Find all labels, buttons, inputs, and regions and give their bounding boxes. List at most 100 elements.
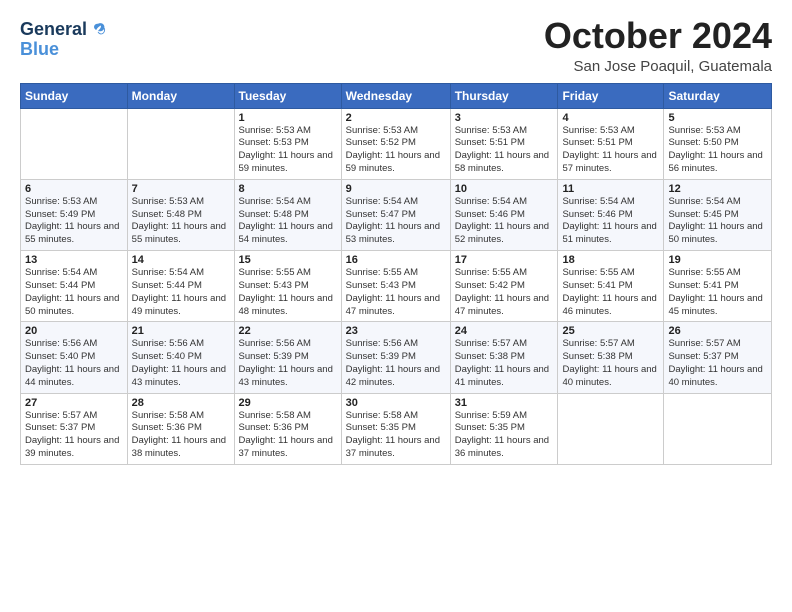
day-detail: Sunrise: 5:54 AM Sunset: 5:46 PM Dayligh… <box>455 196 554 247</box>
day-detail: Sunrise: 5:57 AM Sunset: 5:37 PM Dayligh… <box>668 338 767 389</box>
day-number: 23 <box>346 325 446 337</box>
day-number: 31 <box>455 397 554 409</box>
day-detail: Sunrise: 5:57 AM Sunset: 5:38 PM Dayligh… <box>562 338 659 389</box>
day-detail: Sunrise: 5:55 AM Sunset: 5:43 PM Dayligh… <box>239 267 337 318</box>
day-detail: Sunrise: 5:56 AM Sunset: 5:40 PM Dayligh… <box>25 338 123 389</box>
day-number: 29 <box>239 397 337 409</box>
day-detail: Sunrise: 5:55 AM Sunset: 5:43 PM Dayligh… <box>346 267 446 318</box>
day-detail: Sunrise: 5:56 AM Sunset: 5:40 PM Dayligh… <box>132 338 230 389</box>
calendar-cell: 2Sunrise: 5:53 AM Sunset: 5:52 PM Daylig… <box>341 108 450 179</box>
calendar-cell <box>664 393 772 464</box>
day-detail: Sunrise: 5:59 AM Sunset: 5:35 PM Dayligh… <box>455 410 554 461</box>
calendar-cell: 11Sunrise: 5:54 AM Sunset: 5:46 PM Dayli… <box>558 179 664 250</box>
day-number: 18 <box>562 254 659 266</box>
header-wednesday: Wednesday <box>341 83 450 108</box>
calendar-cell: 30Sunrise: 5:58 AM Sunset: 5:35 PM Dayli… <box>341 393 450 464</box>
day-number: 10 <box>455 183 554 195</box>
day-detail: Sunrise: 5:54 AM Sunset: 5:47 PM Dayligh… <box>346 196 446 247</box>
calendar-cell: 1Sunrise: 5:53 AM Sunset: 5:53 PM Daylig… <box>234 108 341 179</box>
day-number: 16 <box>346 254 446 266</box>
day-number: 9 <box>346 183 446 195</box>
logo-blue: Blue <box>20 39 59 59</box>
day-number: 13 <box>25 254 123 266</box>
day-detail: Sunrise: 5:53 AM Sunset: 5:49 PM Dayligh… <box>25 196 123 247</box>
calendar-cell: 21Sunrise: 5:56 AM Sunset: 5:40 PM Dayli… <box>127 322 234 393</box>
location: San Jose Poaquil, Guatemala <box>544 58 772 75</box>
calendar-cell: 26Sunrise: 5:57 AM Sunset: 5:37 PM Dayli… <box>664 322 772 393</box>
day-number: 1 <box>239 112 337 124</box>
logo-bird-icon <box>89 21 107 39</box>
day-detail: Sunrise: 5:53 AM Sunset: 5:48 PM Dayligh… <box>132 196 230 247</box>
calendar-week-4: 27Sunrise: 5:57 AM Sunset: 5:37 PM Dayli… <box>21 393 772 464</box>
calendar-cell: 8Sunrise: 5:54 AM Sunset: 5:48 PM Daylig… <box>234 179 341 250</box>
day-number: 12 <box>668 183 767 195</box>
calendar-cell: 3Sunrise: 5:53 AM Sunset: 5:51 PM Daylig… <box>450 108 558 179</box>
calendar-week-3: 20Sunrise: 5:56 AM Sunset: 5:40 PM Dayli… <box>21 322 772 393</box>
calendar-cell: 24Sunrise: 5:57 AM Sunset: 5:38 PM Dayli… <box>450 322 558 393</box>
calendar-cell: 22Sunrise: 5:56 AM Sunset: 5:39 PM Dayli… <box>234 322 341 393</box>
day-number: 14 <box>132 254 230 266</box>
calendar-cell: 4Sunrise: 5:53 AM Sunset: 5:51 PM Daylig… <box>558 108 664 179</box>
page: General Blue October 2024 San Jose Poaqu… <box>0 0 792 612</box>
day-number: 22 <box>239 325 337 337</box>
day-detail: Sunrise: 5:54 AM Sunset: 5:44 PM Dayligh… <box>25 267 123 318</box>
day-detail: Sunrise: 5:55 AM Sunset: 5:41 PM Dayligh… <box>668 267 767 318</box>
calendar-cell <box>127 108 234 179</box>
day-detail: Sunrise: 5:53 AM Sunset: 5:52 PM Dayligh… <box>346 125 446 176</box>
header-friday: Friday <box>558 83 664 108</box>
calendar-cell: 7Sunrise: 5:53 AM Sunset: 5:48 PM Daylig… <box>127 179 234 250</box>
calendar-cell: 12Sunrise: 5:54 AM Sunset: 5:45 PM Dayli… <box>664 179 772 250</box>
calendar-cell: 28Sunrise: 5:58 AM Sunset: 5:36 PM Dayli… <box>127 393 234 464</box>
header-monday: Monday <box>127 83 234 108</box>
calendar-week-2: 13Sunrise: 5:54 AM Sunset: 5:44 PM Dayli… <box>21 251 772 322</box>
day-number: 20 <box>25 325 123 337</box>
calendar-cell: 9Sunrise: 5:54 AM Sunset: 5:47 PM Daylig… <box>341 179 450 250</box>
day-number: 19 <box>668 254 767 266</box>
header-sunday: Sunday <box>21 83 128 108</box>
day-detail: Sunrise: 5:54 AM Sunset: 5:46 PM Dayligh… <box>562 196 659 247</box>
calendar-cell: 17Sunrise: 5:55 AM Sunset: 5:42 PM Dayli… <box>450 251 558 322</box>
calendar-cell: 13Sunrise: 5:54 AM Sunset: 5:44 PM Dayli… <box>21 251 128 322</box>
day-number: 27 <box>25 397 123 409</box>
day-number: 7 <box>132 183 230 195</box>
day-number: 26 <box>668 325 767 337</box>
day-number: 6 <box>25 183 123 195</box>
calendar-cell: 25Sunrise: 5:57 AM Sunset: 5:38 PM Dayli… <box>558 322 664 393</box>
day-number: 3 <box>455 112 554 124</box>
calendar-cell: 23Sunrise: 5:56 AM Sunset: 5:39 PM Dayli… <box>341 322 450 393</box>
day-number: 15 <box>239 254 337 266</box>
day-number: 17 <box>455 254 554 266</box>
day-detail: Sunrise: 5:56 AM Sunset: 5:39 PM Dayligh… <box>346 338 446 389</box>
day-detail: Sunrise: 5:58 AM Sunset: 5:35 PM Dayligh… <box>346 410 446 461</box>
calendar-cell <box>21 108 128 179</box>
header-tuesday: Tuesday <box>234 83 341 108</box>
logo-general: General <box>20 20 87 40</box>
calendar-cell: 15Sunrise: 5:55 AM Sunset: 5:43 PM Dayli… <box>234 251 341 322</box>
calendar-week-1: 6Sunrise: 5:53 AM Sunset: 5:49 PM Daylig… <box>21 179 772 250</box>
day-detail: Sunrise: 5:53 AM Sunset: 5:51 PM Dayligh… <box>562 125 659 176</box>
day-detail: Sunrise: 5:54 AM Sunset: 5:45 PM Dayligh… <box>668 196 767 247</box>
day-detail: Sunrise: 5:53 AM Sunset: 5:53 PM Dayligh… <box>239 125 337 176</box>
day-detail: Sunrise: 5:57 AM Sunset: 5:37 PM Dayligh… <box>25 410 123 461</box>
day-detail: Sunrise: 5:56 AM Sunset: 5:39 PM Dayligh… <box>239 338 337 389</box>
calendar-cell <box>558 393 664 464</box>
day-detail: Sunrise: 5:55 AM Sunset: 5:41 PM Dayligh… <box>562 267 659 318</box>
day-detail: Sunrise: 5:53 AM Sunset: 5:51 PM Dayligh… <box>455 125 554 176</box>
day-detail: Sunrise: 5:57 AM Sunset: 5:38 PM Dayligh… <box>455 338 554 389</box>
calendar-cell: 20Sunrise: 5:56 AM Sunset: 5:40 PM Dayli… <box>21 322 128 393</box>
calendar-cell: 5Sunrise: 5:53 AM Sunset: 5:50 PM Daylig… <box>664 108 772 179</box>
day-number: 28 <box>132 397 230 409</box>
calendar-cell: 16Sunrise: 5:55 AM Sunset: 5:43 PM Dayli… <box>341 251 450 322</box>
day-number: 24 <box>455 325 554 337</box>
day-number: 21 <box>132 325 230 337</box>
day-number: 25 <box>562 325 659 337</box>
day-number: 30 <box>346 397 446 409</box>
day-detail: Sunrise: 5:53 AM Sunset: 5:50 PM Dayligh… <box>668 125 767 176</box>
calendar-cell: 31Sunrise: 5:59 AM Sunset: 5:35 PM Dayli… <box>450 393 558 464</box>
calendar-cell: 14Sunrise: 5:54 AM Sunset: 5:44 PM Dayli… <box>127 251 234 322</box>
day-detail: Sunrise: 5:54 AM Sunset: 5:48 PM Dayligh… <box>239 196 337 247</box>
header-thursday: Thursday <box>450 83 558 108</box>
day-number: 11 <box>562 183 659 195</box>
day-detail: Sunrise: 5:54 AM Sunset: 5:44 PM Dayligh… <box>132 267 230 318</box>
calendar-cell: 29Sunrise: 5:58 AM Sunset: 5:36 PM Dayli… <box>234 393 341 464</box>
